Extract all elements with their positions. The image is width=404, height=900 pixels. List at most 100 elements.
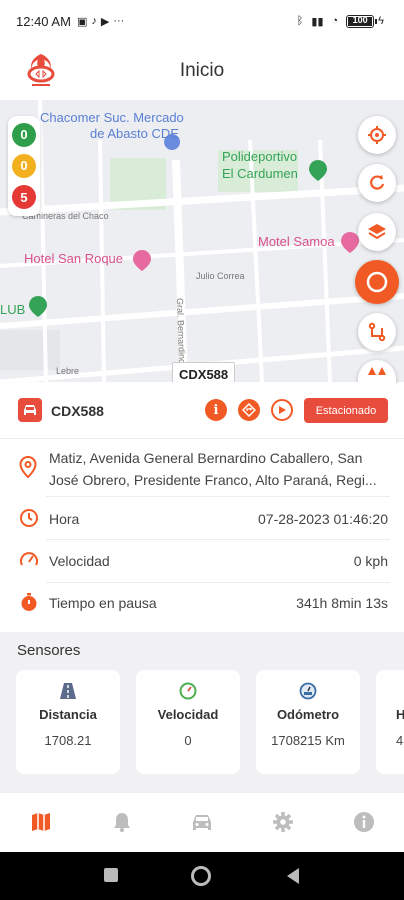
refresh-icon [370, 175, 385, 190]
sensor-card-partial[interactable]: H 4( [376, 670, 404, 774]
warning-icon [368, 367, 386, 375]
battery-level: 100 [352, 14, 368, 25]
map-view[interactable]: Chacomer Suc. Mercado de Abasto CDE Poli… [0, 100, 404, 382]
charging-icon: ϟ [378, 15, 384, 27]
directions-icon [242, 403, 256, 417]
map-label-street-julio: Julio Correa [196, 271, 245, 281]
map-label-polideportivo-1: Polideportivo [222, 149, 298, 164]
sensor-label: H [396, 707, 404, 722]
nav-map[interactable] [28, 809, 54, 835]
map-icon [32, 813, 50, 831]
sensor-value: 1708215 Km [271, 733, 345, 748]
vehicle-header-row: CDX588 i Estacionado [0, 394, 404, 426]
clock-icon [20, 509, 38, 527]
sensor-label: Odómetro [276, 707, 340, 722]
layers-button[interactable] [358, 213, 396, 251]
road-icon [60, 683, 76, 699]
time-row: Hora 07-28-2023 01:46:20 [0, 506, 404, 534]
sensor-card-distance[interactable]: Distancia 1708.21 [16, 670, 120, 774]
status-counters: 0 0 5 [8, 116, 40, 216]
gear-icon [273, 812, 293, 832]
recent-apps-button[interactable] [104, 868, 118, 882]
sim-icon: ▣ [76, 15, 88, 28]
pause-time-label: Tiempo en pausa [49, 595, 157, 611]
sensors-section: Sensores Distancia 1708.21 Velocidad 0 O… [0, 632, 404, 792]
brand-logo-icon [27, 54, 55, 86]
info-icon: i [213, 402, 219, 418]
circle-icon [366, 271, 388, 293]
vehicle-address: Matiz, Avenida General Bernardino Caball… [49, 450, 377, 488]
playback-button[interactable] [271, 399, 293, 421]
app-header: Inicio [0, 42, 404, 100]
map-label-club: LUB [0, 302, 26, 317]
music-note-icon: ♪ [91, 15, 97, 27]
divider [0, 438, 404, 439]
car-icon [193, 815, 211, 830]
signal-icon: ▮▮ [311, 15, 324, 28]
speed-value: 0 kph [353, 553, 388, 569]
back-button[interactable] [285, 867, 301, 885]
route-button[interactable] [358, 313, 396, 351]
divider [46, 496, 390, 497]
map-label-motel: Motel Samoa [258, 234, 335, 249]
system-navigation-bar [0, 852, 404, 900]
divider [46, 539, 390, 540]
sensor-label: Velocidad [157, 707, 219, 722]
bottom-navigation [0, 792, 404, 852]
status-bar: 12:40 AM ▣ ♪ ▶ ··· ᛒ ▮▮ ◔ 100 ϟ [0, 0, 404, 42]
map-label-street-lebre: Lebre [56, 366, 80, 376]
odometer-icon [299, 682, 317, 700]
sensors-title: Sensores [17, 642, 81, 659]
sensor-value: 0 [184, 733, 192, 748]
nav-notifications[interactable] [109, 809, 135, 835]
status-badge: Estacionado [304, 398, 388, 423]
sensor-label: Distancia [39, 707, 97, 722]
counter-stopped[interactable]: 5 [12, 185, 36, 210]
record-button[interactable] [355, 260, 399, 304]
counter-moving[interactable]: 0 [12, 122, 36, 147]
nav-settings[interactable] [270, 809, 296, 835]
info-icon [354, 812, 374, 832]
route-icon [368, 322, 386, 342]
page-title: Inicio [179, 60, 225, 81]
speed-row: Velocidad 0 kph [0, 548, 404, 576]
wifi-icon: ◔ [331, 15, 339, 27]
more-notifications-icon: ··· [113, 15, 125, 27]
info-button[interactable]: i [205, 399, 227, 421]
car-icon [18, 398, 42, 422]
speedometer-icon [20, 552, 38, 566]
play-icon [279, 406, 286, 414]
locate-button[interactable] [358, 116, 396, 154]
counter-idle[interactable]: 0 [12, 153, 36, 178]
location-pin-icon [19, 456, 37, 478]
map-canvas [0, 100, 404, 382]
time-label: Hora [49, 511, 80, 527]
home-button[interactable] [191, 866, 211, 886]
divider [46, 582, 390, 583]
nav-vehicles[interactable] [189, 809, 215, 835]
sensor-card-speed[interactable]: Velocidad 0 [136, 670, 240, 774]
map-label-chacomer-1: Chacomer Suc. Mercado [40, 110, 184, 125]
map-label-chacomer-2: de Abasto CDE [90, 126, 179, 141]
address-row: Matiz, Avenida General Bernardino Caball… [0, 446, 404, 494]
crosshair-icon [368, 126, 386, 144]
map-label-hotel: Hotel San Roque [24, 251, 124, 266]
refresh-button[interactable] [358, 164, 396, 202]
directions-button[interactable] [238, 399, 260, 421]
pause-time-value: 341h 8min 13s [296, 595, 388, 611]
speed-label: Velocidad [49, 553, 110, 569]
layers-icon [368, 224, 386, 240]
map-label-polideportivo-2: El Cardumen [222, 166, 298, 181]
gauge-icon [179, 682, 197, 700]
youtube-icon: ▶ [100, 15, 110, 28]
nav-info[interactable] [351, 809, 377, 835]
sensor-card-odometer[interactable]: Odómetro 1708215 Km [256, 670, 360, 774]
status-time: 12:40 AM [16, 13, 71, 29]
vehicle-card: CDX588 i Estacionado Matiz, Avenida Gene… [0, 382, 404, 632]
stopwatch-icon [21, 593, 37, 611]
pause-time-row: Tiempo en pausa 341h 8min 13s [0, 590, 404, 618]
bluetooth-icon: ᛒ [296, 15, 304, 27]
bell-icon [114, 813, 130, 833]
sensor-value: 1708.21 [44, 733, 92, 748]
sensor-value: 4( [396, 733, 404, 748]
